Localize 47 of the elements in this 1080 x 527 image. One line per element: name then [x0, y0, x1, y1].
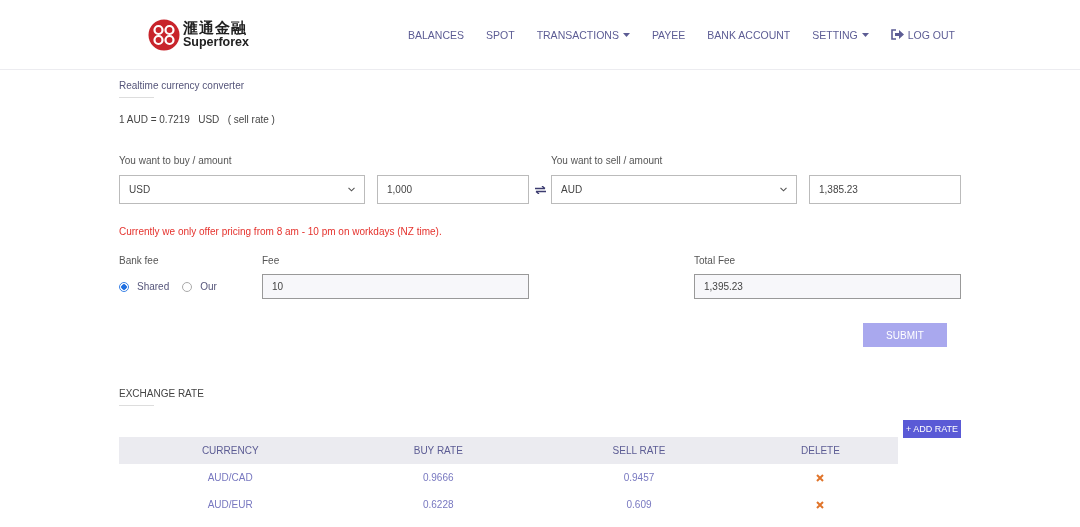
column-header: CURRENCY	[119, 437, 342, 464]
table-cell-text: AUD/EUR	[206, 498, 254, 512]
logout-icon	[890, 29, 904, 40]
logo-icon	[148, 18, 180, 51]
caret-icon	[861, 32, 869, 37]
radio-label: Shared	[137, 281, 170, 292]
field-label: Total Fee	[694, 255, 736, 266]
field-label: You want to buy / amount	[119, 155, 232, 166]
field-label: You want to sell / amount	[551, 155, 663, 166]
currency-select[interactable]: AUD	[551, 175, 797, 204]
delete-icon[interactable]	[816, 501, 825, 510]
chevron-down-icon	[348, 187, 355, 192]
nav-link[interactable]: SETTING	[812, 28, 869, 41]
fee-input[interactable]: 10	[262, 274, 529, 299]
table-cell-text: 0.609	[625, 498, 653, 512]
pricing-notice: Currently we only offer pricing from 8 am - 10 pm on workdays (NZ time).	[119, 226, 442, 237]
nav-link[interactable]: BALANCES	[408, 28, 465, 41]
table-cell-text: 0.6228	[421, 498, 455, 512]
section-title: Realtime currency converter	[119, 80, 245, 91]
amount-input[interactable]: 1,385.23	[809, 175, 961, 204]
field-label: Bank fee	[119, 255, 159, 266]
amount-input[interactable]: 1,000	[377, 175, 529, 204]
column-header: BUY RATE	[341, 437, 536, 464]
section-title: EXCHANGE RATE	[119, 388, 204, 399]
exchange-rate-text: 1 AUD = 0.7219 USD ( sell rate )	[119, 114, 275, 125]
caret-icon	[622, 32, 630, 37]
table-cell: 0.9666	[341, 464, 536, 491]
logo-text: Superforex	[183, 35, 249, 49]
logo-text-chinese: 滙通金融	[183, 20, 248, 36]
nav-link[interactable]: TRANSACTIONS	[536, 28, 630, 41]
radio-button[interactable]	[119, 281, 129, 292]
nav-link[interactable]: PAYEE	[651, 28, 686, 41]
field-label: Fee	[262, 255, 280, 266]
currency-select[interactable]: USD	[119, 175, 365, 204]
delete-icon[interactable]	[816, 474, 825, 483]
swap-icon[interactable]	[534, 185, 546, 194]
add-rate-button[interactable]: + ADD RATE	[902, 420, 961, 438]
column-header: DELETE	[742, 437, 898, 464]
table-cell: AUD/CAD	[119, 464, 342, 491]
nav-link[interactable]: BANK ACCOUNT	[707, 28, 791, 41]
radio-label: Our	[200, 281, 217, 292]
nav-link[interactable]: SPOT	[486, 28, 515, 41]
table-cell: 0.9457	[535, 464, 743, 491]
column-header: SELL RATE	[535, 437, 743, 464]
logout-link[interactable]: LOG OUT	[890, 28, 955, 41]
chevron-down-icon	[780, 187, 787, 192]
total-fee-input[interactable]: 1,395.23	[694, 274, 961, 299]
